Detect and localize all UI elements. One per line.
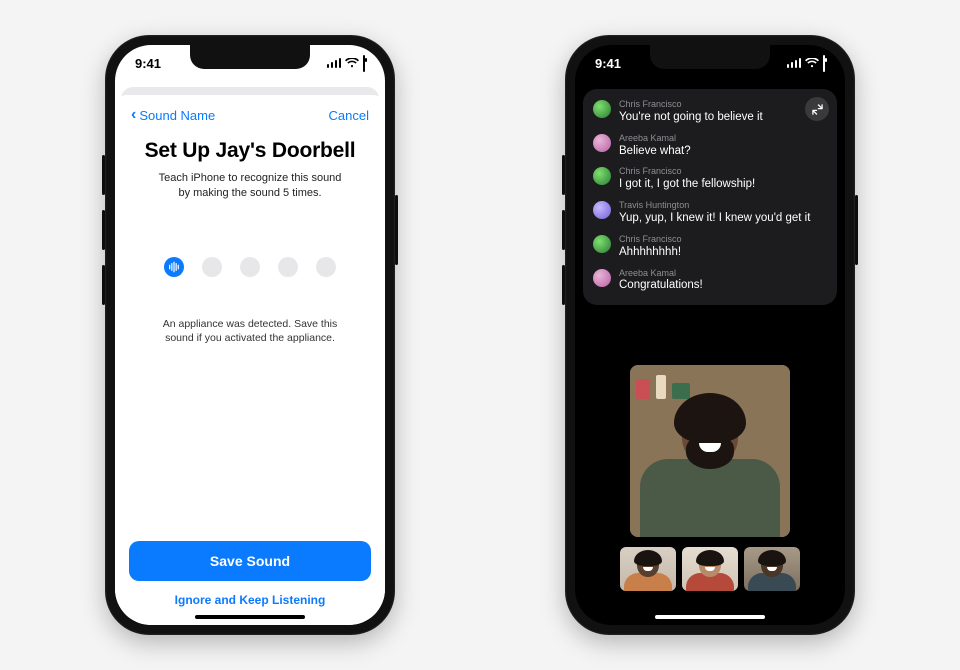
speaker-figure (640, 397, 780, 537)
recording-progress (129, 257, 371, 277)
caption-avatar (593, 134, 611, 152)
caption-row: Travis HuntingtonYup, yup, I knew it! I … (593, 200, 827, 226)
caption-speaker: Chris Francisco (619, 99, 763, 110)
caption-speaker: Chris Francisco (619, 166, 755, 177)
caption-row: Chris FranciscoYou're not going to belie… (593, 99, 827, 125)
wifi-icon (805, 56, 819, 71)
caption-message: Yup, yup, I knew it! I knew you'd get it (619, 211, 810, 226)
caption-avatar (593, 167, 611, 185)
participant-thumbnails (620, 547, 800, 591)
caption-row: Areeba KamalCongratulations! (593, 268, 827, 294)
screen-facetime: 9:41 Chris FranciscoYou're not going to … (575, 45, 845, 625)
page-subtitle: Teach iPhone to recognize this sound by … (157, 171, 343, 201)
participant-tile-3[interactable] (744, 547, 800, 591)
caption-text: Chris FranciscoAhhhhhhhh! (619, 234, 682, 260)
caption-message: I got it, I got the fellowship! (619, 177, 755, 192)
screen-sound-recognition: 9:41 ‹ Sound Name Cancel Set Up Jay (115, 45, 385, 625)
chevron-left-icon: ‹ (131, 107, 136, 123)
status-time: 9:41 (135, 56, 161, 71)
back-button[interactable]: ‹ Sound Name (131, 107, 215, 123)
save-sound-button[interactable]: Save Sound (129, 541, 371, 581)
progress-dot-4 (278, 257, 298, 277)
caption-message: Believe what? (619, 144, 691, 159)
status-time: 9:41 (595, 56, 621, 71)
battery-icon (823, 56, 825, 71)
caption-speaker: Areeba Kamal (619, 133, 691, 144)
detection-message: An appliance was detected. Save this sou… (153, 317, 347, 346)
caption-avatar (593, 269, 611, 287)
progress-dot-1-active (164, 257, 184, 277)
participant-tile-1[interactable] (620, 547, 676, 591)
caption-message: Ahhhhhhhh! (619, 245, 682, 260)
caption-speaker: Chris Francisco (619, 234, 682, 245)
back-label: Sound Name (139, 108, 215, 123)
phone-left: 9:41 ‹ Sound Name Cancel Set Up Jay (105, 35, 395, 635)
ignore-keep-listening-button[interactable]: Ignore and Keep Listening (129, 593, 371, 607)
nav-bar: ‹ Sound Name Cancel (129, 105, 371, 133)
notch (650, 45, 770, 69)
caption-avatar (593, 100, 611, 118)
caption-message: Congratulations! (619, 278, 703, 293)
main-speaker-tile[interactable] (630, 365, 790, 537)
phone-right: 9:41 Chris FranciscoYou're not going to … (565, 35, 855, 635)
page-title: Set Up Jay's Doorbell (129, 139, 371, 163)
caption-avatar (593, 201, 611, 219)
status-indicators (327, 56, 366, 71)
caption-speaker: Travis Huntington (619, 200, 810, 211)
home-indicator[interactable] (195, 615, 305, 619)
home-indicator[interactable] (655, 615, 765, 619)
cancel-button[interactable]: Cancel (329, 108, 369, 123)
participant-tile-2[interactable] (682, 547, 738, 591)
caption-speaker: Areeba Kamal (619, 268, 703, 279)
caption-row: Chris FranciscoAhhhhhhhh! (593, 234, 827, 260)
modal-sheet: ‹ Sound Name Cancel Set Up Jay's Doorbel… (115, 95, 385, 625)
caption-row: Chris FranciscoI got it, I got the fello… (593, 166, 827, 192)
minimize-captions-button[interactable] (805, 97, 829, 121)
live-captions-panel: Chris FranciscoYou're not going to belie… (583, 89, 837, 305)
caption-text: Chris FranciscoI got it, I got the fello… (619, 166, 755, 192)
collapse-icon (812, 104, 823, 115)
caption-text: Areeba KamalBelieve what? (619, 133, 691, 159)
caption-row: Areeba KamalBelieve what? (593, 133, 827, 159)
caption-text: Travis HuntingtonYup, yup, I knew it! I … (619, 200, 810, 226)
caption-text: Areeba KamalCongratulations! (619, 268, 703, 294)
wifi-icon (345, 56, 359, 71)
cellular-icon (327, 58, 342, 68)
status-indicators (787, 56, 826, 71)
progress-dot-3 (240, 257, 260, 277)
caption-message: You're not going to believe it (619, 110, 763, 125)
caption-text: Chris FranciscoYou're not going to belie… (619, 99, 763, 125)
cellular-icon (787, 58, 802, 68)
progress-dot-2 (202, 257, 222, 277)
waveform-icon (168, 261, 180, 273)
notch (190, 45, 310, 69)
battery-icon (363, 56, 365, 71)
progress-dot-5 (316, 257, 336, 277)
caption-avatar (593, 235, 611, 253)
